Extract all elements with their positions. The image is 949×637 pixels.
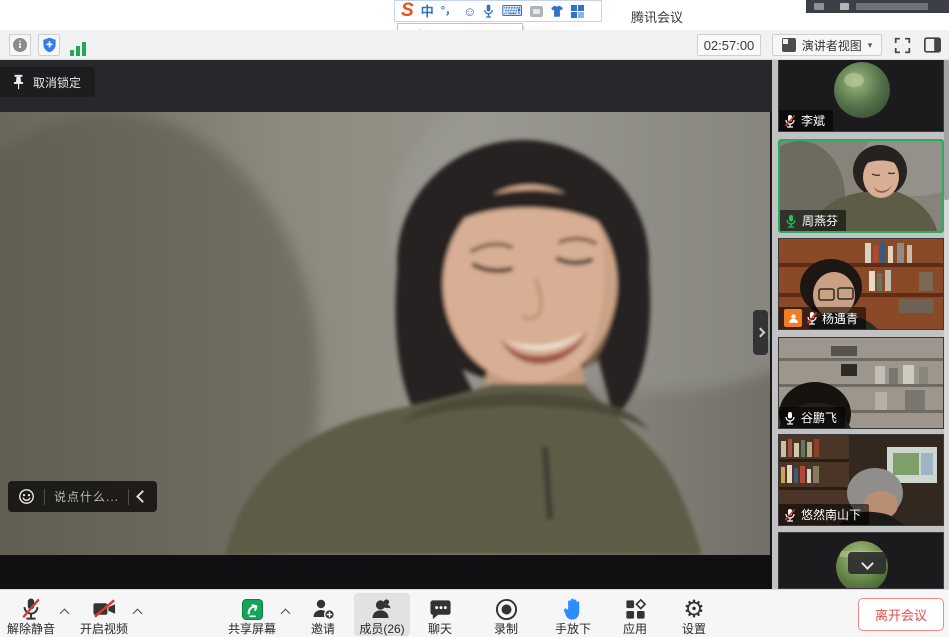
record-button[interactable]: 录制 [478, 593, 534, 636]
mic-off-icon [20, 597, 42, 621]
sidebar-scrollbar[interactable] [944, 60, 949, 589]
avatar [834, 62, 890, 118]
apps-button[interactable]: 应用 [607, 593, 663, 636]
divider [44, 489, 45, 505]
participant-sidebar: 李斌 [772, 60, 949, 589]
hand-icon [563, 597, 584, 621]
start-video-label: 开启视频 [80, 622, 128, 636]
gear-icon: ⚙ [683, 597, 705, 621]
ime-toolbar[interactable]: S 中 °， ☺ ⌨ [394, 0, 602, 22]
security-shield-icon[interactable] [38, 34, 60, 56]
mic-on-icon [784, 411, 796, 425]
desktop-top-strip: S 中 °， ☺ ⌨ 个性设置，点我看看 腾讯会议 [0, 0, 949, 30]
share-screen-button[interactable]: 共享屏幕 [224, 593, 280, 636]
mic-muted-icon [784, 114, 796, 128]
pushpin-icon [12, 74, 25, 90]
participant-tile[interactable]: 谷鹏飞 [778, 337, 944, 429]
unpin-label: 取消锁定 [33, 74, 81, 91]
participant-name: 杨遇青 [822, 310, 858, 327]
side-panel-toggle-button[interactable] [920, 34, 944, 56]
members-icon [370, 597, 394, 621]
divider [128, 489, 129, 505]
chinese-mode-icon[interactable]: 中 [421, 5, 434, 18]
participant-tile[interactable]: 李斌 [778, 60, 944, 132]
participant-tile[interactable]: 悠然南山下 [778, 434, 944, 526]
start-video-button[interactable]: 开启视频 [76, 593, 132, 636]
sogou-logo-icon[interactable]: S [401, 1, 414, 20]
background-window-fragment [806, 0, 949, 13]
toolbox-grid-icon[interactable] [571, 5, 584, 18]
unpin-button[interactable]: 取消锁定 [0, 67, 95, 97]
host-badge-icon [784, 309, 802, 327]
invite-button[interactable]: 邀请 [295, 593, 351, 636]
apps-label: 应用 [623, 622, 647, 636]
participant-tile-active-speaker[interactable]: 周燕芬 [778, 139, 944, 233]
participant-tile[interactable]: 杨遇青 [778, 238, 944, 330]
chevron-right-icon [756, 328, 766, 338]
record-icon [495, 597, 518, 621]
screen-share-icon [241, 597, 264, 621]
disabled-tool-icon[interactable] [530, 6, 543, 17]
lower-hand-button[interactable]: 手放下 [545, 593, 601, 636]
video-options-chevron[interactable] [134, 604, 141, 622]
main-content: 取消锁定 说点什么... [0, 60, 949, 589]
app-title: 腾讯会议 [631, 7, 683, 26]
mic-muted-icon [806, 311, 818, 325]
chat-button[interactable]: 聊天 [412, 593, 468, 636]
share-screen-label: 共享屏幕 [228, 622, 276, 636]
mic-muted-icon [784, 508, 796, 522]
camera-off-icon [92, 597, 117, 621]
chat-icon [429, 597, 452, 621]
settings-button[interactable]: ⚙ 设置 [666, 593, 722, 636]
emoji-smiley-icon[interactable] [18, 488, 35, 505]
bottom-toolbar: 解除静音 开启视频 共享屏幕 [0, 589, 949, 637]
members-label: 成员(26) [359, 622, 404, 636]
keyboard-icon[interactable]: ⌨ [501, 4, 523, 19]
meeting-info-icon[interactable]: i [9, 34, 31, 56]
settings-label: 设置 [682, 622, 706, 636]
lower-hand-label: 手放下 [555, 622, 591, 636]
layout-icon [782, 38, 796, 52]
main-speaker-video: 取消锁定 说点什么... [0, 60, 772, 589]
participant-name: 谷鹏飞 [801, 409, 837, 426]
members-button[interactable]: 成员(26) [354, 593, 410, 636]
participant-name: 周燕芬 [802, 212, 838, 229]
skin-tshirt-icon[interactable] [550, 5, 564, 18]
meeting-toolbar: i 02:57:00 演讲者视图 ▾ [0, 30, 949, 60]
invite-icon [311, 597, 335, 621]
view-mode-button[interactable]: 演讲者视图 ▾ [772, 34, 882, 56]
chat-label: 聊天 [428, 622, 452, 636]
voice-input-icon[interactable] [483, 4, 494, 18]
invite-label: 邀请 [311, 622, 335, 636]
view-mode-label: 演讲者视图 [802, 37, 862, 54]
emoji-icon[interactable]: ☺ [463, 5, 476, 18]
participant-name: 李斌 [801, 112, 825, 129]
scroll-more-participants-button[interactable] [848, 552, 886, 574]
apps-icon [624, 597, 647, 621]
caption-input-bar[interactable]: 说点什么... [8, 481, 157, 512]
sidebar-collapse-tab[interactable] [753, 310, 768, 355]
unmute-button[interactable]: 解除静音 [3, 593, 59, 636]
unmute-label: 解除静音 [7, 622, 55, 636]
collapse-caption-icon[interactable] [136, 490, 149, 503]
fullscreen-button[interactable] [889, 34, 915, 56]
video-letterbox-bottom [0, 555, 772, 589]
leave-meeting-button[interactable]: 离开会议 [858, 598, 944, 631]
video-letterbox-top [0, 60, 772, 112]
chevron-down-icon: ▾ [868, 40, 873, 51]
participant-name: 悠然南山下 [801, 506, 861, 523]
meeting-timer: 02:57:00 [697, 34, 761, 56]
mic-options-chevron[interactable] [61, 604, 68, 622]
caption-placeholder[interactable]: 说点什么... [54, 488, 119, 505]
mic-active-icon [785, 214, 797, 228]
punctuation-icon[interactable]: °， [441, 6, 456, 17]
share-options-chevron[interactable] [282, 604, 289, 622]
network-signal-icon [67, 34, 89, 56]
record-label: 录制 [494, 622, 518, 636]
